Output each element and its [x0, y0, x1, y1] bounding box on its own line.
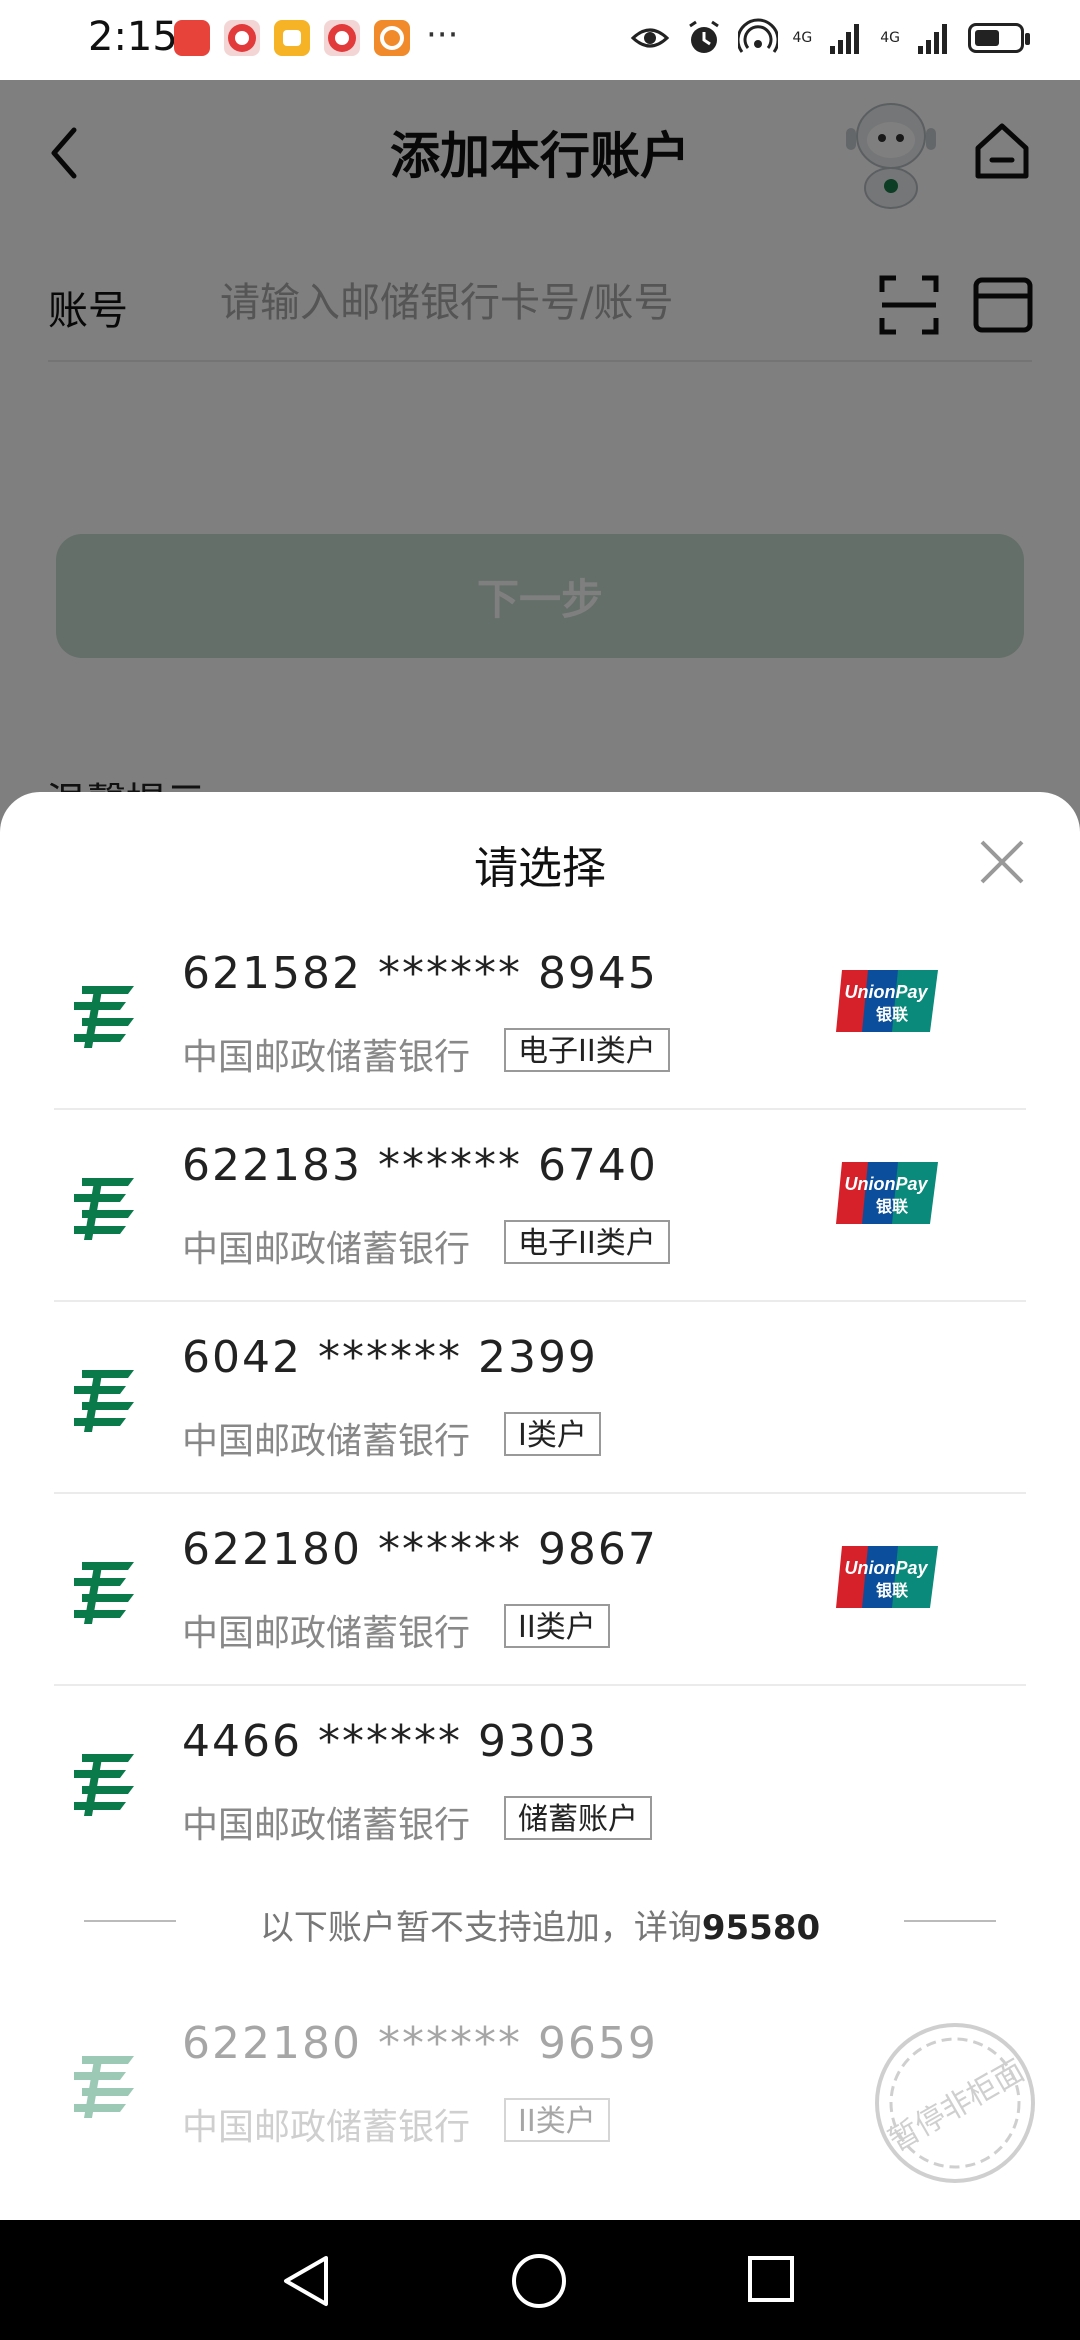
bank-name: 中国邮政储蓄银行: [182, 2107, 471, 2148]
hotline-number: 95580: [701, 1908, 821, 1948]
svg-text:UnionPay: UnionPay: [844, 1558, 928, 1578]
account-list: 621582 ****** 8945 中国邮政储蓄银行 电子II类户 Union…: [0, 918, 1080, 1876]
bank-name: 中国邮政储蓄银行: [182, 1037, 471, 1078]
svg-text:UnionPay: UnionPay: [844, 982, 928, 1002]
account-item[interactable]: 622183 ****** 6740 中国邮政储蓄银行 电子II类户 Union…: [54, 1110, 1026, 1302]
hotspot-icon: [738, 18, 779, 53]
account-type-badge: II类户: [504, 2098, 610, 2142]
unsupported-divider: 以下账户暂不支持追加，详询95580: [0, 1890, 1080, 1950]
bank-name: 中国邮政储蓄银行: [182, 1805, 471, 1846]
nav-back-icon[interactable]: [278, 2254, 338, 2308]
signal-icon: [918, 24, 947, 54]
svg-text:银联: 银联: [876, 1197, 908, 1216]
account-item[interactable]: 622180 ****** 9867 中国邮政储蓄银行 II类户 UnionPa…: [54, 1494, 1026, 1686]
postal-bank-logo-icon: [74, 986, 134, 1048]
account-number: 622180 ****** 9659: [182, 2018, 658, 2069]
unionpay-logo-icon: UnionPay 银联: [836, 1546, 938, 1608]
account-item[interactable]: 621582 ****** 8945 中国邮政储蓄银行 电子II类户 Union…: [54, 918, 1026, 1110]
network-type-label: 4G: [880, 30, 900, 46]
bank-name: 中国邮政储蓄银行: [182, 1421, 471, 1462]
notification-app-icon: [324, 20, 360, 56]
status-more-icon: ···: [426, 15, 459, 55]
unionpay-logo-icon: UnionPay 银联: [836, 970, 938, 1032]
divider-line: [904, 1920, 996, 1922]
bank-name: 中国邮政储蓄银行: [182, 1229, 471, 1270]
unsupported-notice: 以下账户暂不支持追加，详询95580: [259, 1908, 821, 1948]
status-system-icons: 4G 4G: [630, 18, 1030, 58]
postal-bank-logo-icon: [74, 1370, 134, 1432]
status-bar: 2:15 ··· 4G 4G: [0, 0, 1080, 80]
nav-recent-apps-icon[interactable]: [746, 2254, 796, 2304]
account-type-badge: I类户: [504, 1412, 601, 1456]
postal-bank-logo-icon: [74, 1754, 134, 1816]
system-nav-bar: [0, 2220, 1080, 2340]
postal-bank-logo-icon: [74, 2056, 134, 2118]
postal-bank-logo-icon: [74, 1562, 134, 1624]
unionpay-logo-icon: UnionPay 银联: [836, 1162, 938, 1224]
svg-text:银联: 银联: [876, 1581, 908, 1600]
sheet-title: 请选择: [474, 843, 606, 894]
status-time: 2:15: [88, 14, 178, 60]
close-icon[interactable]: [976, 836, 1028, 888]
account-type-badge: 电子II类户: [504, 1220, 670, 1264]
account-select-sheet: 请选择 621582 ****** 8945 中国邮政储蓄银行 电子II类户 U…: [0, 792, 1080, 2220]
account-item[interactable]: 4466 ****** 9303 中国邮政储蓄银行 储蓄账户: [54, 1686, 1026, 1876]
svg-text:银联: 银联: [876, 1005, 908, 1024]
network-type-label: 4G: [792, 30, 813, 46]
bank-name: 中国邮政储蓄银行: [182, 1613, 471, 1654]
account-number: 6042 ****** 2399: [182, 1332, 598, 1383]
alarm-icon: [689, 20, 720, 53]
signal-icon: [830, 24, 860, 54]
suspended-stamp-icon: 暂停非柜面: [875, 2023, 1035, 2183]
status-notification-icons: ···: [174, 15, 459, 56]
account-number: 4466 ****** 9303: [182, 1716, 598, 1767]
notification-app-icon: [374, 20, 410, 56]
account-number: 622183 ****** 6740: [182, 1140, 658, 1191]
account-type-badge: 电子II类户: [504, 1028, 670, 1072]
huawei-app-icon: [174, 20, 210, 56]
stamp-text: 暂停非柜面: [883, 2053, 1030, 2158]
notification-app-icon: [274, 20, 310, 56]
account-type-badge: II类户: [504, 1604, 610, 1648]
account-number: 621582 ****** 8945: [182, 948, 658, 999]
account-item[interactable]: 6042 ****** 2399 中国邮政储蓄银行 I类户: [54, 1302, 1026, 1494]
account-type-badge: 储蓄账户: [504, 1796, 652, 1840]
notification-app-icon: [224, 20, 260, 56]
account-number: 622180 ****** 9867: [182, 1524, 658, 1575]
battery-icon: [968, 23, 1030, 53]
nav-home-icon[interactable]: [510, 2252, 568, 2310]
postal-bank-logo-icon: [74, 1178, 134, 1240]
eye-icon: [631, 28, 670, 48]
svg-text:UnionPay: UnionPay: [844, 1174, 928, 1194]
